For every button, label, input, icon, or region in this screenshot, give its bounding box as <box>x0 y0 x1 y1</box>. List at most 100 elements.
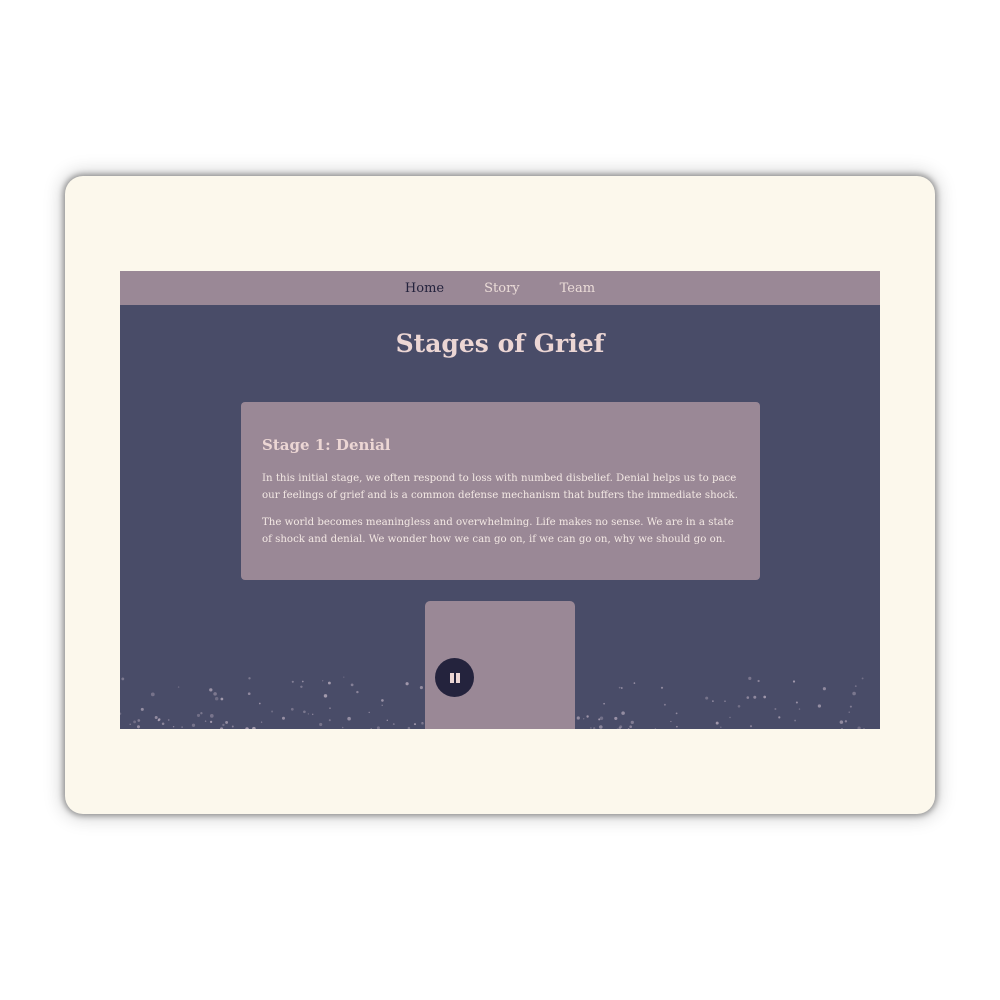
dust-particle <box>857 726 861 729</box>
dust-particle <box>291 680 294 683</box>
dust-particle <box>161 722 165 726</box>
dust-particle <box>300 685 303 689</box>
dust-particle <box>715 721 719 725</box>
dust-particle <box>413 723 417 726</box>
dust-particle <box>633 682 636 684</box>
dust-particle <box>204 720 207 722</box>
dust-particle <box>120 712 122 715</box>
dust-particle <box>746 696 750 699</box>
dust-particle <box>630 720 634 725</box>
dust-particle <box>157 719 160 722</box>
dust-particle <box>774 708 777 710</box>
dust-particle <box>729 716 731 719</box>
dust-particle <box>586 715 589 718</box>
dust-particle <box>614 716 618 720</box>
dust-particle <box>245 727 249 729</box>
dust-particle <box>844 720 848 723</box>
dust-particle <box>271 710 274 713</box>
dust-particle <box>392 723 395 726</box>
dust-particle <box>676 725 678 728</box>
dust-particle <box>582 718 585 720</box>
dust-particle <box>209 720 213 724</box>
dust-particle <box>576 716 580 720</box>
dust-particle <box>603 702 605 705</box>
dust-particle <box>822 687 826 691</box>
dust-particle <box>172 725 175 728</box>
dust-particle <box>386 719 388 721</box>
dust-particle <box>368 711 370 714</box>
dust-particle <box>258 702 261 705</box>
dust-particle <box>376 726 380 729</box>
device-frame: Home Story Team Stages of Grief Stage 1:… <box>65 176 935 814</box>
dust-particle <box>140 707 144 711</box>
dust-particle <box>322 680 324 682</box>
dust-particle <box>177 686 180 688</box>
dust-particle <box>792 680 796 683</box>
dust-particle <box>323 694 328 698</box>
dust-particle <box>663 703 666 706</box>
dust-particle <box>154 716 158 719</box>
dust-particle <box>849 705 852 708</box>
dust-particle <box>248 677 251 680</box>
dust-particle <box>753 695 757 699</box>
dust-particle <box>619 725 623 729</box>
dust-particle <box>370 728 372 729</box>
dust-particle <box>343 676 345 678</box>
dust-particle <box>724 700 726 702</box>
dust-particle <box>840 727 844 729</box>
dust-particle <box>599 725 603 729</box>
pause-button[interactable] <box>435 658 474 697</box>
dust-particle <box>341 726 344 729</box>
dust-particle <box>290 707 294 711</box>
dust-particle <box>282 716 285 720</box>
dust-particle <box>209 714 214 718</box>
dust-particle <box>817 704 822 708</box>
dust-particle <box>712 700 714 702</box>
dust-particle <box>419 686 423 690</box>
dust-particle <box>407 726 411 729</box>
dust-particle <box>311 713 314 716</box>
dust-particle <box>705 696 709 700</box>
app-screen: Home Story Team Stages of Grief Stage 1:… <box>120 271 880 729</box>
dust-particle <box>301 680 304 683</box>
dust-particle <box>719 726 722 729</box>
dust-particle <box>621 711 625 715</box>
dust-particle <box>329 707 331 709</box>
dust-particle <box>220 697 224 701</box>
dust-particle <box>757 679 760 683</box>
dust-particle <box>150 692 155 697</box>
dust-particle <box>214 696 219 701</box>
dust-particle <box>121 677 125 681</box>
dust-particle <box>252 726 256 729</box>
dust-particle <box>347 716 351 721</box>
dust-particle <box>795 701 798 704</box>
dust-particle <box>675 712 678 715</box>
dust-particle <box>307 713 310 715</box>
dust-particle <box>191 723 196 727</box>
dust-particle <box>133 720 136 724</box>
dust-particle <box>356 690 359 694</box>
dust-particle <box>620 687 623 689</box>
dust-particle <box>593 727 596 729</box>
dust-particle <box>749 725 753 728</box>
dust-particle <box>247 692 251 696</box>
dust-particle <box>599 716 604 720</box>
dust-particle <box>616 728 619 729</box>
dust-particle <box>303 710 306 714</box>
dust-particle <box>854 685 857 687</box>
dust-particle <box>260 721 263 723</box>
dust-particle <box>861 677 864 680</box>
dust-particle <box>209 688 213 692</box>
dust-particle <box>350 683 354 687</box>
dust-particle <box>863 728 865 729</box>
dust-particle <box>627 728 630 729</box>
dust-particle <box>225 720 229 724</box>
dust-particle <box>748 676 752 680</box>
dust-particle <box>660 686 664 689</box>
dust-particle <box>196 713 201 717</box>
dust-particle <box>629 725 633 729</box>
dust-particle <box>200 712 203 715</box>
dust-particle <box>167 719 170 721</box>
dust-particle <box>222 723 225 727</box>
dust-particle <box>852 691 856 696</box>
